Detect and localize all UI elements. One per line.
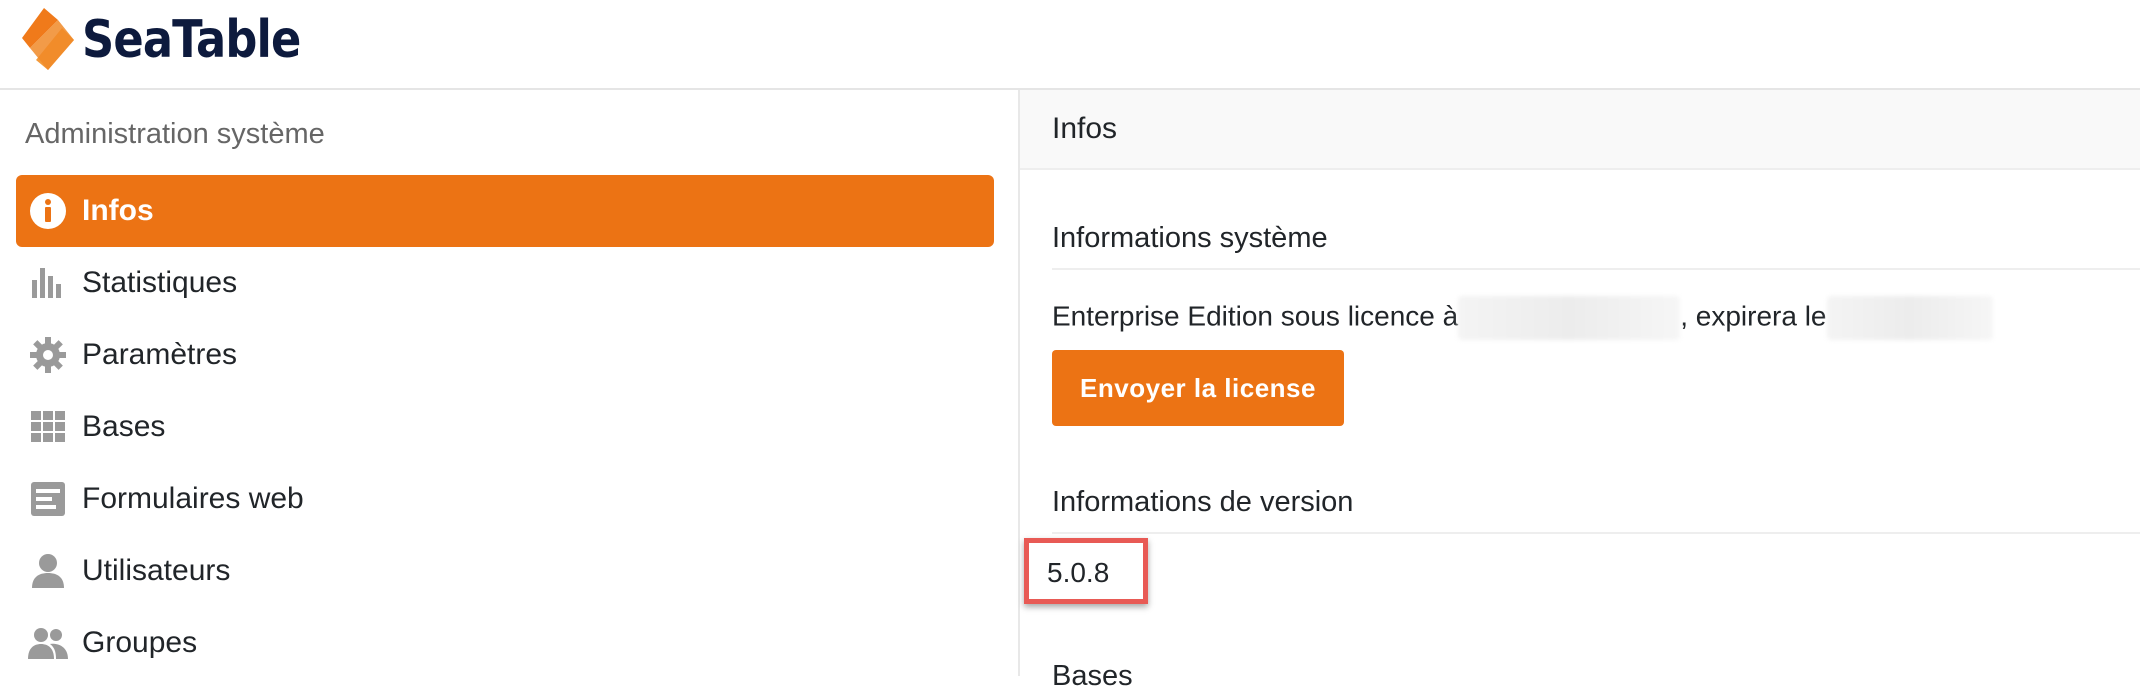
- sidebar-item-label: Statistiques: [82, 266, 238, 299]
- section-divider: [1052, 268, 2140, 270]
- gear-icon: [28, 335, 68, 375]
- sidebar-item-parametres[interactable]: Paramètres: [16, 319, 994, 391]
- form-icon: [28, 479, 68, 519]
- sidebar-item-label: Utilisateurs: [82, 554, 231, 587]
- sidebar-item-utilisateurs[interactable]: Utilisateurs: [16, 535, 994, 607]
- bases-heading: Bases: [1052, 660, 1133, 692]
- info-icon: [28, 191, 68, 231]
- sidebar-item-label: Bases: [82, 410, 166, 443]
- sidebar-title: Administration système: [25, 118, 325, 150]
- version-info-heading: Informations de version: [1052, 486, 1354, 518]
- version-number: 5.0.8: [1047, 557, 1110, 588]
- redacted-expiry-date: [1826, 296, 1993, 340]
- bar-chart-icon: [28, 263, 68, 303]
- seatable-logo-icon[interactable]: [22, 8, 82, 72]
- sidebar-item-label: Groupes: [82, 626, 198, 659]
- license-info: Enterprise Edition sous licence à , expir…: [1052, 296, 1993, 340]
- sidebar-item-groupes[interactable]: Groupes: [16, 607, 994, 679]
- sidebar-item-infos[interactable]: Infos: [16, 175, 994, 247]
- sidebar-item-label: Paramètres: [82, 338, 238, 371]
- main-content: Infos Informations système Enterprise Ed…: [1020, 90, 2140, 692]
- group-icon: [28, 623, 68, 663]
- grid-icon: [28, 407, 68, 447]
- sidebar-item-statistiques[interactable]: Statistiques: [16, 247, 994, 319]
- brand-name[interactable]: SeaTable: [82, 10, 301, 70]
- version-highlight-box: 5.0.8: [1024, 538, 1148, 604]
- license-middle: , expirera le: [1680, 300, 1827, 332]
- page-title: Infos: [1052, 112, 1118, 145]
- sidebar-nav: Infos Statistiques Paramètres Bases Form…: [16, 175, 994, 679]
- sidebar: Administration système Infos Statistique…: [0, 90, 1020, 676]
- section-divider: [1052, 532, 2140, 534]
- sidebar-item-label: Infos: [82, 194, 154, 227]
- main-header: Infos: [1020, 90, 2140, 170]
- sidebar-item-formulaires-web[interactable]: Formulaires web: [16, 463, 994, 535]
- redacted-licensee: [1458, 296, 1681, 340]
- sidebar-item-label: Formulaires web: [82, 482, 304, 515]
- sidebar-item-bases[interactable]: Bases: [16, 391, 994, 463]
- send-license-button[interactable]: Envoyer la license: [1052, 350, 1344, 426]
- top-header: SeaTable: [0, 0, 2140, 90]
- user-icon: [28, 551, 68, 591]
- system-info-heading: Informations système: [1052, 222, 1328, 254]
- license-prefix: Enterprise Edition sous licence à: [1052, 300, 1459, 332]
